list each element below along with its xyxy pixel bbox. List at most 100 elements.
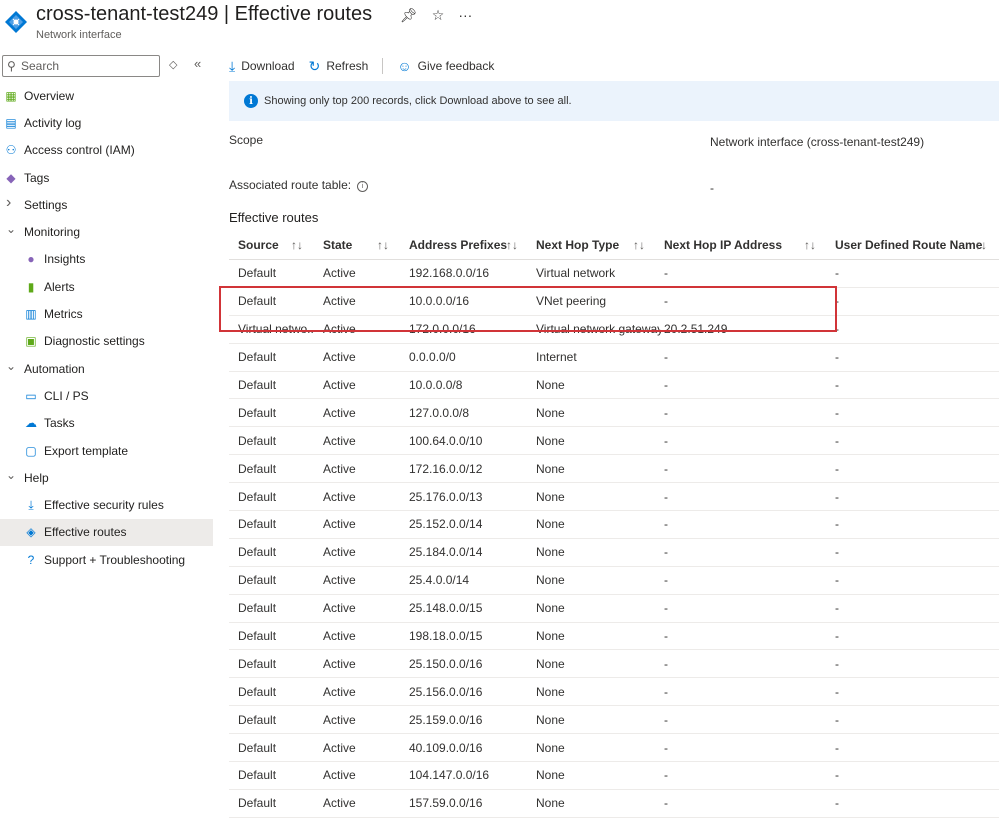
download-button[interactable]: ⤓ Download	[229, 58, 295, 75]
sidebar-item-effective-security-rules[interactable]: ⤓ Effective security rules	[0, 491, 213, 518]
sidebar-item-settings[interactable]: › Settings	[0, 191, 213, 218]
scope-label: Scope	[229, 133, 264, 147]
sidebar-item-monitoring[interactable]: ⌄ Monitoring	[0, 218, 213, 245]
cell-next-hop-type: None	[536, 601, 565, 616]
table-row[interactable]: Default Active 127.0.0.0/8 None - -	[229, 399, 999, 428]
sort-icon[interactable]: ↑↓	[377, 231, 389, 259]
info-tooltip-icon[interactable]: i	[357, 181, 369, 192]
cell-next-hop-ip: -	[664, 796, 668, 811]
table-row[interactable]: Default Active 25.148.0.0/15 None - -	[229, 595, 999, 623]
cell-state: Active	[323, 545, 356, 560]
cell-udr-name: -	[835, 517, 839, 532]
sidebar-item-access-control-iam[interactable]: ⚇ Access control (IAM)	[0, 137, 213, 164]
sidebar: ⚲ ◇ « ▦ Overview ▤ Activity log ⚇ Access cont…	[0, 52, 213, 798]
collapse-sidebar-button[interactable]: «	[194, 56, 201, 71]
table-row[interactable]: Default Active 25.184.0.0/14 None - -	[229, 539, 999, 567]
cell-udr-name: -	[835, 712, 839, 727]
sort-icon[interactable]: ↑↓	[975, 231, 987, 259]
sort-icon[interactable]: ↑↓	[506, 231, 518, 259]
routes-table: Source ↑↓ State ↑↓ Address Prefixes ↑↓ N…	[229, 231, 999, 818]
table-row[interactable]: Default Active 25.150.0.0/16 None - -	[229, 650, 999, 679]
network-interface-icon	[5, 11, 27, 33]
sidebar-item-label: Activity log	[24, 115, 82, 130]
route-table-value: -	[710, 181, 714, 195]
cell-source: Default	[238, 350, 277, 365]
cell-state: Active	[323, 796, 356, 811]
table-row[interactable]: Default Active 25.159.0.0/16 None - -	[229, 706, 999, 735]
column-header-next-hop-ip[interactable]: Next Hop IP Address	[664, 231, 794, 259]
cell-next-hop-ip: -	[664, 768, 668, 783]
pin-icon[interactable]: 📌︎	[400, 7, 418, 24]
sidebar-item-activity-log[interactable]: ▤ Activity log	[0, 109, 213, 136]
table-row[interactable]: Virtual netwo... Active 172.0.0.0/16 Virtua…	[229, 316, 999, 344]
sidebar-item-export-template[interactable]: ▢ Export template	[0, 437, 213, 464]
chevron-down-icon: ⌄	[6, 468, 17, 483]
sidebar-item-metrics[interactable]: ▥ Metrics	[0, 300, 213, 327]
cell-next-hop-type: None	[536, 684, 565, 699]
sidebar-item-label: Tasks	[44, 416, 75, 431]
expand-collapse-icon[interactable]: ◇	[169, 58, 177, 71]
metrics-icon: ▥	[25, 307, 37, 322]
search-box[interactable]: ⚲	[2, 55, 160, 77]
table-row[interactable]: Default Active 25.156.0.0/16 None - -	[229, 678, 999, 707]
cell-next-hop-type: None	[536, 489, 565, 504]
cell-address-prefix: 104.147.0.0/16	[409, 768, 490, 783]
download-label: Download	[241, 59, 295, 73]
sidebar-item-insights[interactable]: ● Insights	[0, 246, 213, 273]
cell-address-prefix: 25.159.0.0/16	[409, 712, 483, 727]
table-row[interactable]: Default Active 0.0.0.0/0 Internet - -	[229, 344, 999, 372]
cell-source: Default	[238, 796, 277, 811]
sidebar-item-alerts[interactable]: ▮ Alerts	[0, 273, 213, 300]
sort-icon[interactable]: ↑↓	[804, 231, 816, 259]
sidebar-item-support-troubleshooting[interactable]: ? Support + Troubleshooting	[0, 546, 213, 573]
sidebar-item-tasks[interactable]: ☁ Tasks	[0, 410, 213, 437]
diagnostic-settings-icon: ▣	[25, 334, 37, 349]
column-header-udr-name[interactable]: User Defined Route Name	[835, 231, 995, 259]
sort-icon[interactable]: ↑↓	[291, 231, 303, 259]
cell-state: Active	[323, 601, 356, 616]
star-icon[interactable]: ☆	[432, 7, 445, 24]
sidebar-item-label: Monitoring	[24, 225, 81, 240]
table-row[interactable]: Default Active 157.59.0.0/16 None - -	[229, 790, 999, 818]
cell-udr-name: -	[835, 545, 839, 560]
table-row[interactable]: Default Active 10.0.0.0/16 VNet peering - -	[229, 288, 999, 316]
cell-next-hop-type: None	[536, 433, 565, 448]
cell-state: Active	[323, 433, 356, 448]
tasks-icon: ☁	[25, 416, 37, 431]
sidebar-item-help[interactable]: ⌄ Help	[0, 464, 213, 491]
chevron-down-icon: ⌄	[6, 358, 17, 373]
table-row[interactable]: Default Active 25.152.0.0/14 None - -	[229, 511, 999, 539]
cell-next-hop-type: Virtual network	[536, 266, 616, 281]
table-row[interactable]: Default Active 198.18.0.0/15 None - -	[229, 623, 999, 651]
search-input[interactable]	[21, 58, 153, 73]
cell-next-hop-ip: -	[664, 461, 668, 476]
sidebar-item-automation[interactable]: ⌄ Automation	[0, 355, 213, 382]
sort-icon[interactable]: ↑↓	[633, 231, 645, 259]
table-row[interactable]: Default Active 104.147.0.0/16 None - -	[229, 762, 999, 790]
table-row[interactable]: Default Active 10.0.0.0/8 None - -	[229, 372, 999, 400]
cell-udr-name: -	[835, 461, 839, 476]
cell-next-hop-ip: -	[664, 378, 668, 392]
sidebar-item-effective-routes[interactable]: ◈ Effective routes	[0, 518, 213, 547]
sidebar-item-tags[interactable]: ◆ Tags	[0, 164, 213, 191]
cell-source: Default	[238, 601, 277, 616]
sidebar-item-diagnostic-settings[interactable]: ▣ Diagnostic settings	[0, 328, 213, 355]
table-row[interactable]: Default Active 25.4.0.0/14 None - -	[229, 567, 999, 595]
cell-source: Default	[238, 433, 277, 448]
table-row[interactable]: Default Active 172.16.0.0/12 None - -	[229, 455, 999, 484]
cell-source: Default	[238, 294, 277, 309]
table-row[interactable]: Default Active 40.109.0.0/16 None - -	[229, 734, 999, 763]
table-row[interactable]: Default Active 25.176.0.0/13 None - -	[229, 483, 999, 512]
cell-next-hop-type: VNet peering	[536, 294, 607, 309]
give-feedback-button[interactable]: ☺ Give feedback	[397, 58, 494, 74]
sidebar-item-cli-ps[interactable]: ▭ CLI / PS	[0, 382, 213, 409]
sidebar-item-overview[interactable]: ▦ Overview	[0, 82, 213, 109]
refresh-button[interactable]: ↻ Refresh	[309, 58, 369, 75]
cell-udr-name: -	[835, 489, 839, 504]
cell-address-prefix: 25.152.0.0/14	[409, 517, 483, 532]
cell-next-hop-ip: -	[664, 405, 668, 420]
more-options-button[interactable]: ···	[458, 7, 472, 24]
table-row[interactable]: Default Active 100.64.0.0/10 None - -	[229, 427, 999, 456]
cell-state: Active	[323, 350, 356, 365]
table-row[interactable]: Default Active 192.168.0.0/16 Virtual netwo…	[229, 260, 999, 288]
